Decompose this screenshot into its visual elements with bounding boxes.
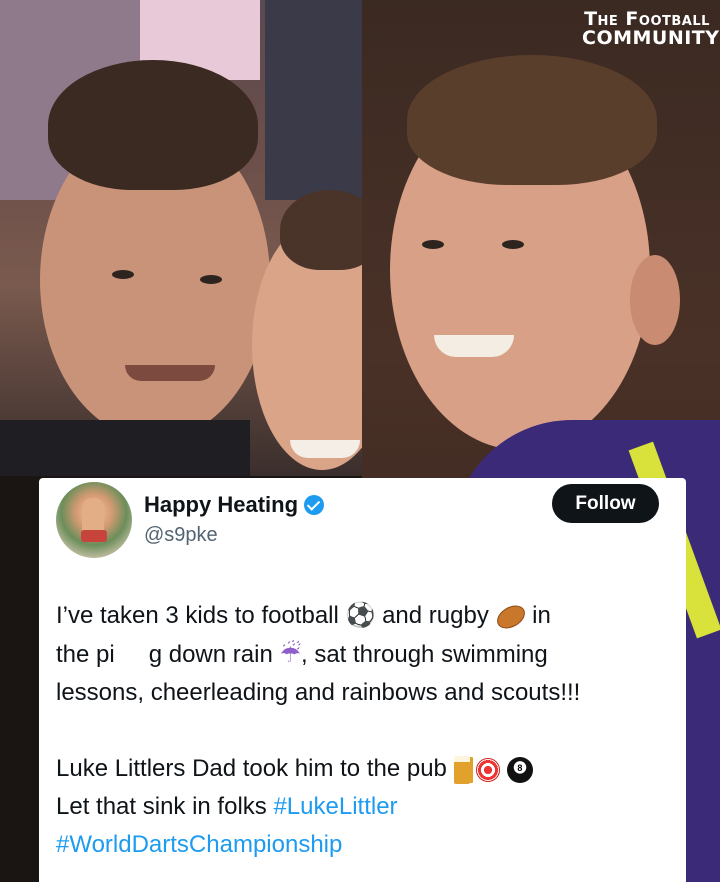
soccer-ball-icon: ⚽: [345, 601, 376, 629]
umbrella-rain-icon: ☔: [279, 640, 301, 668]
tweet-text: I’ve taken 3 kids to football ⚽ and rugb…: [56, 596, 671, 864]
young-man-eye-right: [502, 240, 524, 249]
young-man-ear: [630, 255, 680, 345]
tweet-line-4-text: Luke Littlers Dad took him to the pub: [56, 755, 447, 782]
avatar-shorts: [81, 530, 107, 542]
tweet-line-2-c: , sat through swimming: [300, 641, 548, 668]
tweet-line-4: Luke Littlers Dad took him to the pub 8: [56, 750, 671, 788]
verified-badge-icon: [304, 495, 325, 515]
man-eye-left: [112, 270, 134, 279]
follow-button[interactable]: Follow: [552, 484, 659, 523]
man-shirt: [0, 420, 250, 476]
tweet-line-6: #WorldDartsChampionship: [56, 826, 671, 864]
young-man-mouth: [434, 335, 514, 357]
logo-line2: Community: [582, 27, 720, 49]
tweet-line-2: the pi g down rain ☔, sat through swimmin…: [56, 635, 671, 674]
tweet-line-1-b: and rugby: [382, 602, 489, 629]
left-photo: [0, 0, 362, 476]
left-photo-shelf: [265, 0, 362, 200]
avatar[interactable]: [56, 482, 132, 558]
tweet-line-2-a: the pi: [56, 641, 115, 668]
user-handle[interactable]: @s9pke: [144, 524, 218, 547]
tweet-line-2-b: g down rain: [148, 641, 273, 668]
hashtag-luke-littler[interactable]: #LukeLittler: [273, 793, 397, 820]
tweet-line-5: Let that sink in folks #LukeLittler: [56, 788, 671, 826]
tweet-line-1-c: in: [532, 602, 551, 629]
rugby-ball-icon: [492, 600, 529, 633]
tweet-line-1-a: I’ve taken 3 kids to football: [56, 602, 339, 629]
young-man-hair: [407, 55, 657, 185]
football-community-logo: The Football Community: [582, 10, 720, 49]
woman-hair: [280, 190, 362, 270]
hashtag-world-darts-championship[interactable]: #WorldDartsChampionship: [56, 831, 342, 858]
beer-mug-icon: [453, 755, 470, 784]
eight-ball-icon: 8: [506, 756, 533, 783]
man-hair: [48, 60, 258, 190]
dart-target-icon: [476, 757, 501, 782]
tweet-card: Happy Heating @s9pke Follow I’ve taken 3…: [39, 478, 686, 882]
display-name[interactable]: Happy Heating: [144, 492, 325, 518]
man-mouth: [125, 365, 215, 381]
young-man-eye-left: [422, 240, 444, 249]
tweet-line-1: I’ve taken 3 kids to football ⚽ and rugb…: [56, 596, 671, 635]
display-name-text: Happy Heating: [144, 492, 299, 517]
tweet-line-3: lessons, cheerleading and rainbows and s…: [56, 679, 581, 706]
woman-smile: [290, 440, 360, 458]
tweet-line-5-text: Let that sink in folks: [56, 793, 267, 820]
man-eye-right: [200, 275, 222, 284]
